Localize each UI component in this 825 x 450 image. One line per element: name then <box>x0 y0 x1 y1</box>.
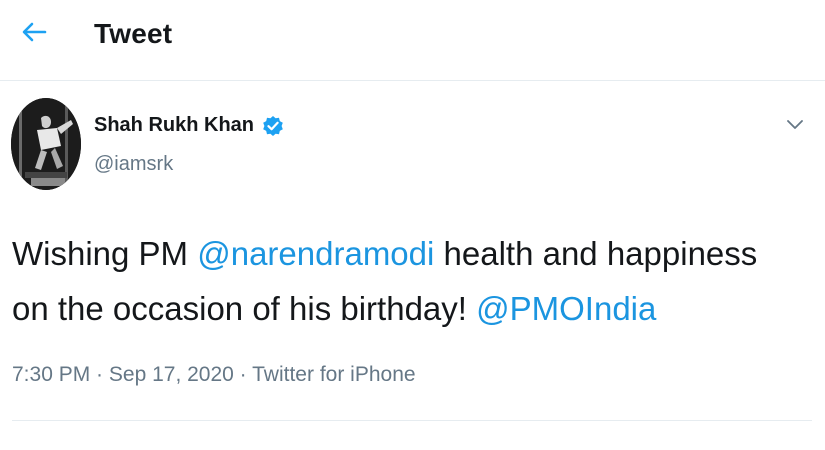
mention-link[interactable]: @PMOIndia <box>476 290 656 327</box>
back-button[interactable] <box>14 16 54 48</box>
avatar-image <box>11 98 81 190</box>
arrow-left-icon <box>22 22 47 42</box>
tweet-page: Tweet Shah Rukh Khan @iamsrk Wishing PM … <box>0 0 825 450</box>
mention-link[interactable]: @narendramodi <box>197 235 434 272</box>
page-title: Tweet <box>94 18 173 49</box>
author-handle[interactable]: @iamsrk <box>94 153 173 176</box>
header-bar: Tweet <box>0 0 825 81</box>
verified-badge-icon <box>262 115 284 137</box>
tweet-menu-button[interactable] <box>778 110 812 140</box>
tweet-text-part: Wishing PM <box>12 235 198 272</box>
chevron-down-icon <box>787 120 803 129</box>
tweet-text: Wishing PM @narendramodi health and happ… <box>12 226 802 336</box>
author-row: Shah Rukh Khan <box>94 114 284 137</box>
avatar[interactable] <box>11 98 81 190</box>
tweet-meta: 7:30 PM · Sep 17, 2020 · Twitter for iPh… <box>12 363 416 387</box>
tweet-source[interactable]: Twitter for iPhone <box>252 363 415 386</box>
tweet-time[interactable]: 7:30 PM <box>12 363 90 386</box>
divider <box>12 420 812 421</box>
meta-separator: · <box>233 363 253 386</box>
author-name[interactable]: Shah Rukh Khan <box>94 114 254 137</box>
meta-separator: · <box>90 363 109 386</box>
tweet-date[interactable]: Sep 17, 2020 <box>109 363 234 386</box>
